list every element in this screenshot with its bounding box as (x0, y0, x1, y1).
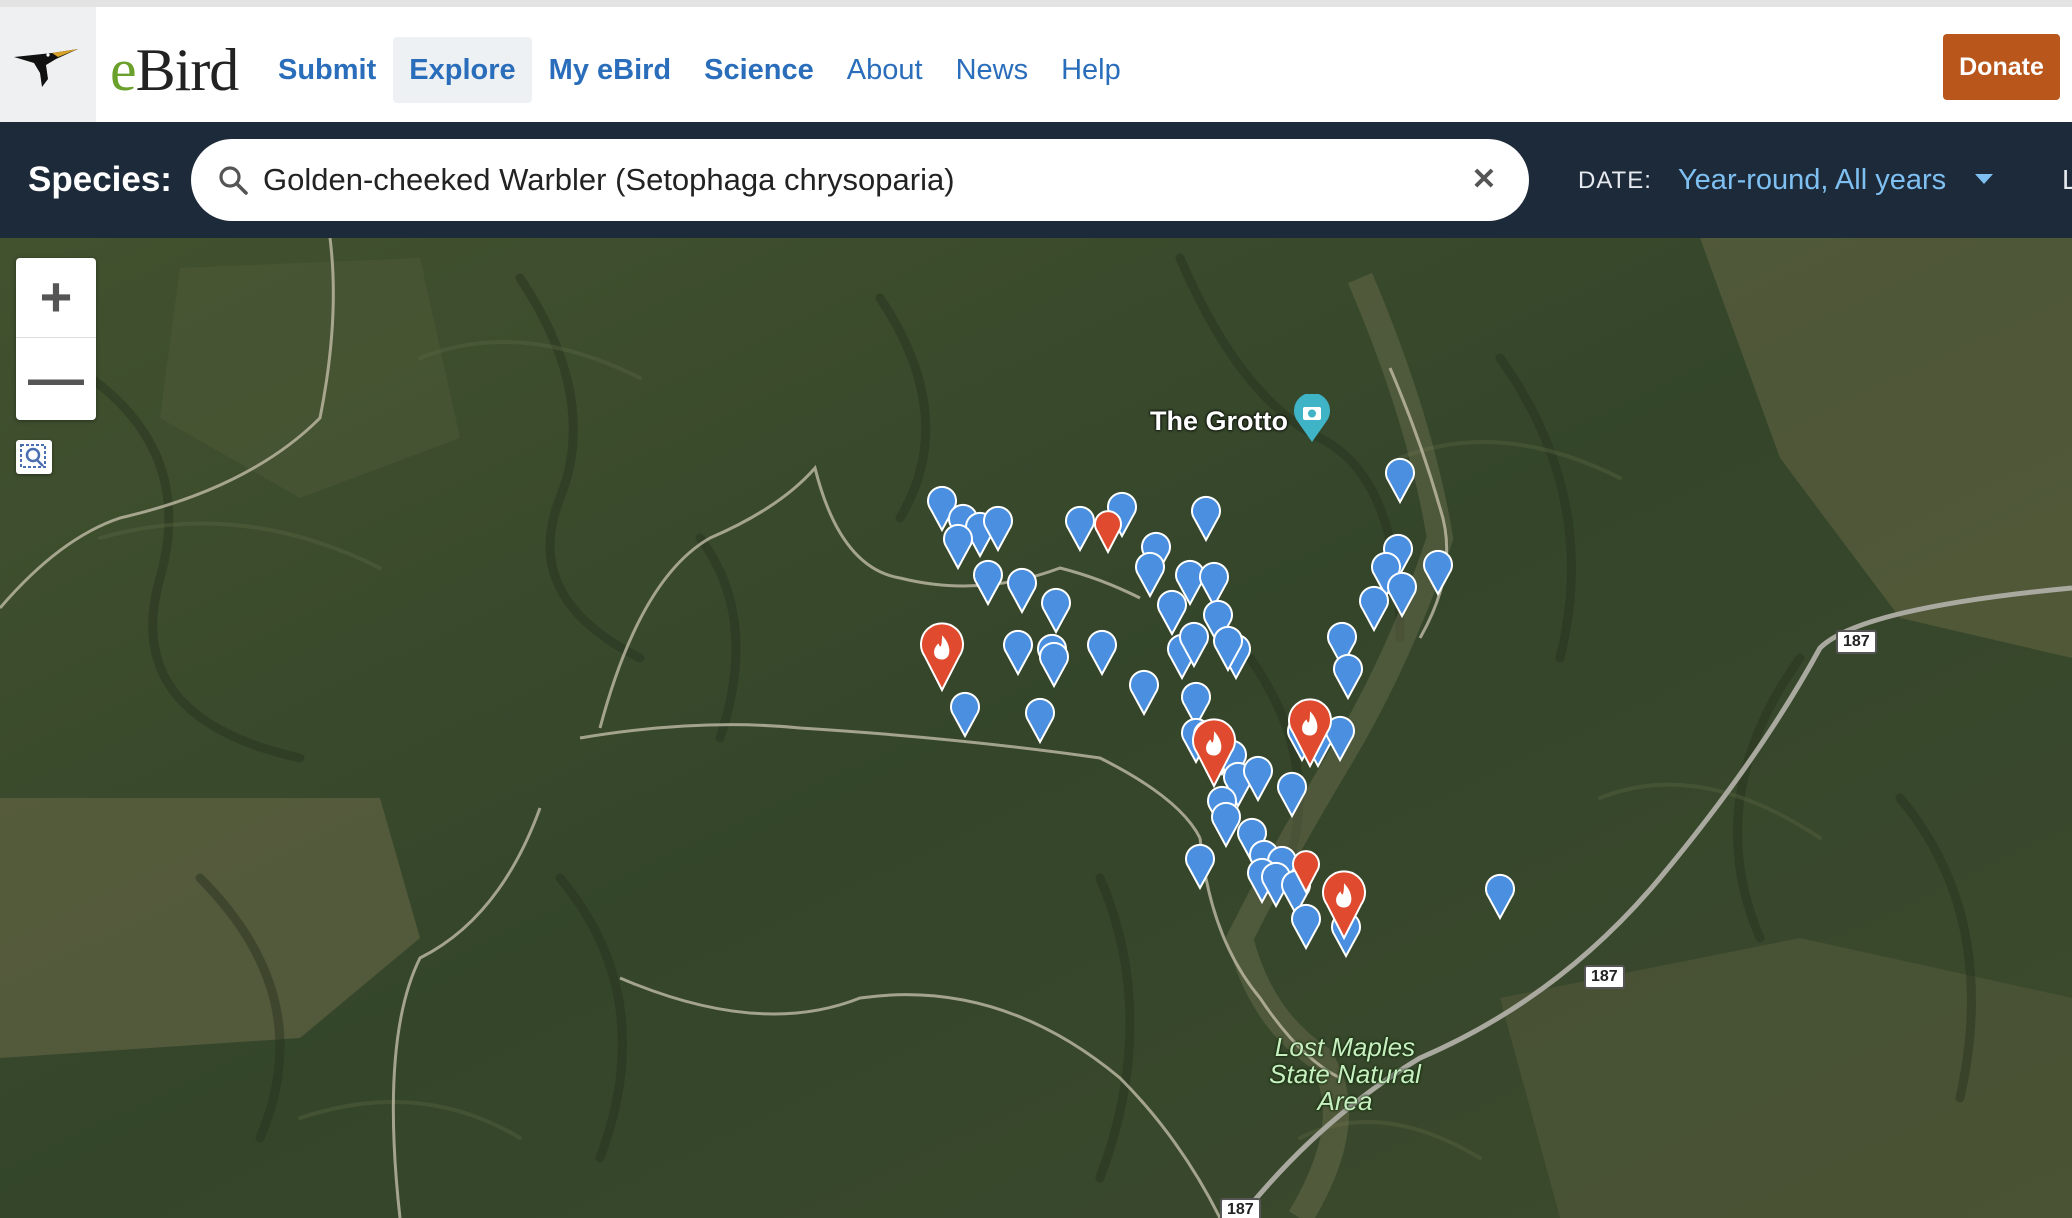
nav-science[interactable]: Science (688, 37, 830, 103)
ebird-logo-icon (14, 49, 78, 87)
sighting-marker[interactable] (1003, 629, 1033, 677)
sighting-marker[interactable] (1039, 641, 1069, 689)
sighting-marker[interactable] (1065, 505, 1095, 553)
sighting-marker[interactable] (1359, 585, 1389, 633)
date-filter-label: DATE: (1578, 167, 1652, 194)
clear-search-icon[interactable]: ✕ (1469, 165, 1499, 195)
sighting-marker[interactable] (1135, 551, 1165, 599)
sighting-marker[interactable] (1191, 495, 1221, 543)
caret-down-icon[interactable] (1975, 174, 1993, 184)
top-navigation: eBird Submit Explore My eBird Science Ab… (0, 0, 2072, 122)
sighting-marker-recent[interactable] (1094, 510, 1122, 555)
search-icon (219, 166, 248, 195)
donate-button[interactable]: Donate (1943, 34, 2060, 100)
clipped-filter-label: L (2062, 164, 2072, 195)
sighting-marker[interactable] (1291, 903, 1321, 951)
sighting-marker[interactable] (1157, 589, 1187, 637)
nav-help[interactable]: Help (1045, 37, 1137, 103)
sighting-markers (920, 457, 1515, 959)
species-filter-bar: Species: Golden-cheeked Warbler (Setopha… (0, 122, 2072, 238)
map-view[interactable]: + — The Grotto Lost Maples State Natural… (0, 238, 2072, 1218)
main-nav: Submit Explore My eBird Science About Ne… (262, 37, 1138, 103)
hotspot-marker[interactable] (920, 622, 964, 693)
hotspot-marker[interactable] (1288, 698, 1332, 769)
date-filter-dropdown[interactable]: Year-round, All years (1678, 160, 1946, 200)
species-label: Species: (28, 160, 172, 199)
ebird-wordmark[interactable]: eBird (110, 35, 240, 105)
sighting-marker[interactable] (983, 505, 1013, 553)
sighting-marker[interactable] (1333, 653, 1363, 701)
wordmark-e: e (110, 37, 137, 103)
sighting-marker[interactable] (1025, 697, 1055, 745)
nav-about[interactable]: About (831, 37, 939, 103)
logo-tile[interactable] (0, 7, 96, 122)
sighting-marker[interactable] (943, 523, 973, 571)
sighting-marker[interactable] (1041, 587, 1071, 635)
nav-news[interactable]: News (940, 37, 1045, 103)
sighting-marker[interactable] (1423, 549, 1453, 597)
species-search-input[interactable]: Golden-cheeked Warbler (Setophaga chryso… (191, 139, 1529, 221)
sighting-marker[interactable] (950, 691, 980, 739)
wordmark-bird: Bird (135, 37, 240, 103)
sighting-marker[interactable] (1129, 669, 1159, 717)
sighting-marker[interactable] (1087, 629, 1117, 677)
sighting-marker[interactable] (973, 559, 1003, 607)
sighting-marker[interactable] (1387, 571, 1417, 619)
nav-submit[interactable]: Submit (262, 37, 392, 103)
sighting-marker[interactable] (1185, 843, 1215, 891)
sighting-marker[interactable] (1007, 567, 1037, 615)
sighting-marker[interactable] (1211, 801, 1241, 849)
nav-explore[interactable]: Explore (393, 37, 532, 103)
nav-my-ebird[interactable]: My eBird (533, 37, 687, 103)
sighting-marker[interactable] (1385, 457, 1415, 505)
sighting-marker[interactable] (1243, 755, 1273, 803)
sighting-marker[interactable] (1485, 873, 1515, 921)
species-search-value: Golden-cheeked Warbler (Setophaga chryso… (263, 162, 955, 197)
sighting-marker[interactable] (1277, 771, 1307, 819)
sighting-marker[interactable] (1199, 561, 1229, 609)
